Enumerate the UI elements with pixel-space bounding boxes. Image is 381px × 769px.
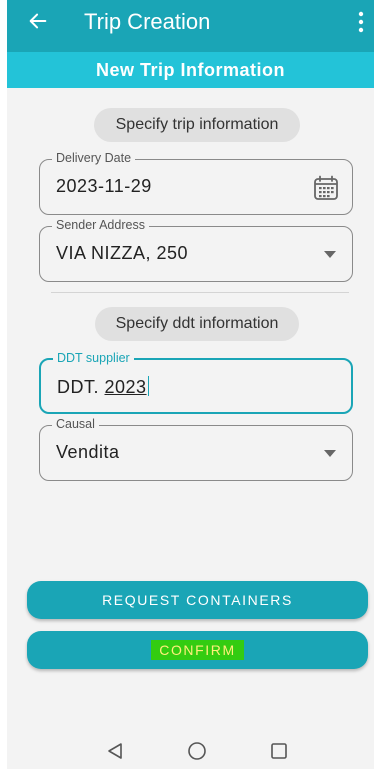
ddt-supplier-label: DDT supplier (53, 351, 134, 365)
system-nav-bar (7, 731, 374, 769)
sender-address-value: VIA NIZZA, 250 (56, 243, 189, 263)
more-vert-icon[interactable] (356, 10, 366, 34)
page-title: Trip Creation (84, 9, 211, 34)
trip-info-chip: Specify trip information (94, 108, 300, 142)
delivery-date-label: Delivery Date (52, 151, 136, 165)
sender-address-select[interactable]: Sender Address VIA NIZZA, 250 (39, 218, 353, 282)
app-bar: Trip Creation (7, 0, 374, 52)
nav-recents-icon[interactable] (270, 742, 288, 760)
request-containers-button[interactable]: REQUEST CONTAINERS (27, 581, 368, 619)
ddt-supplier-prefix: DDT. (57, 377, 105, 397)
confirm-button-label: CONFIRM (151, 640, 244, 660)
causal-select[interactable]: Causal Vendita (39, 417, 353, 481)
section-divider (51, 292, 349, 293)
sender-address-label: Sender Address (52, 218, 149, 232)
arrow-left-icon[interactable] (27, 10, 49, 32)
causal-value: Vendita (56, 442, 120, 462)
dropdown-arrow-icon (324, 450, 336, 457)
ddt-supplier-value: DDT. 2023 (57, 376, 150, 398)
delivery-date-field[interactable]: Delivery Date 2023-11-29 (39, 151, 353, 215)
nav-home-icon[interactable] (187, 741, 207, 761)
causal-label: Causal (52, 417, 99, 431)
ddt-supplier-year: 2023 (104, 377, 147, 397)
screen: Trip Creation New Trip Information Speci… (7, 0, 374, 769)
text-cursor (147, 376, 150, 396)
dropdown-arrow-icon (324, 251, 336, 258)
section-header: New Trip Information (7, 52, 374, 88)
delivery-date-value: 2023-11-29 (56, 176, 152, 196)
confirm-button[interactable]: CONFIRM (27, 631, 368, 669)
ddt-supplier-input[interactable]: DDT supplier DDT. 2023 (39, 351, 353, 414)
ddt-info-chip: Specify ddt information (95, 307, 299, 341)
calendar-icon[interactable] (313, 175, 339, 201)
nav-back-icon[interactable] (106, 742, 124, 760)
